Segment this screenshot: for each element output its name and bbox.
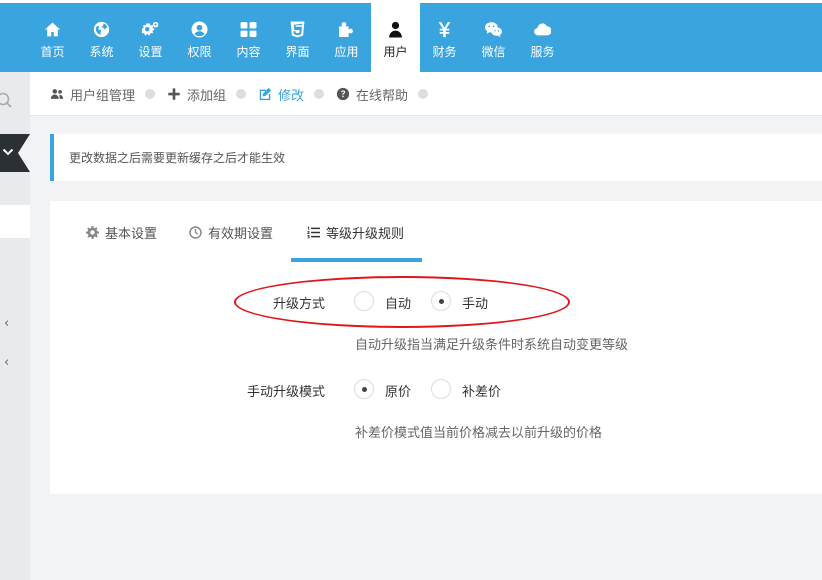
- nav-item-settings[interactable]: 设置: [126, 3, 175, 72]
- cogs-icon: [142, 20, 160, 38]
- nav-item-label: 权限: [187, 45, 212, 59]
- nav-item-finance[interactable]: 财务: [420, 3, 469, 72]
- nav-item-label: 财务: [432, 45, 457, 59]
- tab-label: 有效期设置: [208, 226, 274, 242]
- tab-validity-settings[interactable]: 有效期设置: [189, 201, 273, 263]
- wechat-icon: [485, 20, 503, 38]
- tab-level-upgrade-rules[interactable]: 等级升级规则: [307, 201, 404, 263]
- nav-item-home[interactable]: 首页: [28, 3, 77, 72]
- crumb-group-management[interactable]: 用户组管理: [50, 85, 135, 104]
- sidebar-active-notch: [18, 134, 30, 172]
- globe-icon: [93, 20, 111, 38]
- crumb-online-help[interactable]: 在线帮助: [336, 85, 408, 104]
- nav-item-system[interactable]: 系统: [77, 3, 126, 72]
- nav-item-label: 应用: [334, 45, 359, 59]
- breadcrumb: 用户组管理 添加组 修改 在线帮助: [30, 72, 822, 116]
- user-circle-icon: [191, 20, 209, 38]
- crumb-edit[interactable]: 修改: [258, 85, 304, 104]
- nav-item-apps[interactable]: 应用: [322, 3, 371, 72]
- tab-label: 基本设置: [105, 226, 158, 242]
- manual-mode-original-price-label[interactable]: 原价: [385, 381, 411, 400]
- nav-item-content[interactable]: 内容: [224, 3, 273, 72]
- active-tab-indicator: [291, 258, 422, 262]
- crumb-label: 用户组管理: [70, 88, 136, 104]
- home-icon: [44, 20, 62, 38]
- puzzle-icon: [338, 20, 356, 38]
- nav-item-label: 首页: [40, 45, 65, 59]
- question-circle-icon: [336, 87, 350, 101]
- clock-icon: [189, 225, 202, 239]
- annotation-ellipse: [234, 276, 570, 328]
- cog-icon: [86, 225, 99, 239]
- crumb-label: 添加组: [187, 88, 227, 104]
- crumb-label: 修改: [278, 88, 305, 104]
- manual-mode-price-difference-radio[interactable]: [431, 379, 451, 399]
- nav-item-label: 界面: [285, 45, 310, 59]
- cloud-icon: [534, 20, 552, 38]
- top-navbar: 首页 系统 设置 权限 内容 界面 应用 用户 财务 微信 服务: [0, 0, 822, 72]
- notice-text: 更改数据之后需要更新缓存之后才能生效: [69, 151, 286, 165]
- settings-tabs: 基本设置 有效期设置 等级升级规则: [50, 201, 822, 263]
- nav-item-label: 系统: [89, 45, 114, 59]
- cache-notice: 更改数据之后需要更新缓存之后才能生效: [50, 134, 822, 181]
- user-icon: [387, 20, 405, 38]
- upgrade-method-help: 自动升级指当满足升级条件时系统自动变更等级: [355, 338, 629, 353]
- list-ol-icon: [307, 226, 320, 239]
- manual-mode-help: 补差价模式值当前价格减去以前升级的价格: [355, 426, 603, 441]
- chevron-left-icon[interactable]: ‹: [4, 316, 9, 331]
- manual-mode-label: 手动升级模式: [246, 385, 325, 400]
- crumb-separator: [145, 89, 156, 99]
- nav-item-label: 用户: [383, 45, 408, 59]
- sidebar-item-highlight[interactable]: [0, 205, 30, 238]
- nav-item-permissions[interactable]: 权限: [175, 3, 224, 72]
- crumb-add-group[interactable]: 添加组: [167, 85, 226, 104]
- nav-item-wechat[interactable]: 微信: [469, 3, 518, 72]
- nav-item-users[interactable]: 用户: [371, 3, 420, 72]
- chevron-left-icon[interactable]: ‹: [4, 355, 9, 370]
- chevron-down-icon: [2, 148, 14, 156]
- tab-label: 等级升级规则: [326, 226, 405, 242]
- crumb-separator: [236, 89, 247, 99]
- search-icon[interactable]: [0, 89, 14, 111]
- html5-icon: [289, 20, 307, 38]
- th-large-icon: [240, 20, 258, 38]
- breadcrumb-list: 用户组管理 添加组 修改 在线帮助: [50, 72, 440, 116]
- nav-item-label: 内容: [236, 45, 261, 59]
- edit-icon: [258, 87, 272, 101]
- nav-item-interface[interactable]: 界面: [273, 3, 322, 72]
- crumb-separator: [314, 89, 325, 99]
- nav-item-label: 服务: [530, 45, 555, 59]
- tab-basic-settings[interactable]: 基本设置: [86, 201, 157, 263]
- yen-icon: [436, 20, 454, 38]
- plus-icon: [167, 87, 181, 101]
- crumb-label: 在线帮助: [356, 88, 409, 104]
- manual-mode-original-price-radio[interactable]: [354, 379, 374, 399]
- main-nav: 首页 系统 设置 权限 内容 界面 应用 用户 财务 微信 服务: [28, 3, 567, 72]
- nav-item-label: 微信: [481, 45, 506, 59]
- crumb-separator: [418, 89, 429, 99]
- users-icon: [50, 87, 64, 101]
- nav-item-label: 设置: [138, 45, 163, 59]
- nav-item-service[interactable]: 服务: [518, 3, 567, 72]
- manual-mode-price-difference-label[interactable]: 补差价: [462, 381, 501, 400]
- left-sidebar: ‹ ‹: [0, 72, 30, 580]
